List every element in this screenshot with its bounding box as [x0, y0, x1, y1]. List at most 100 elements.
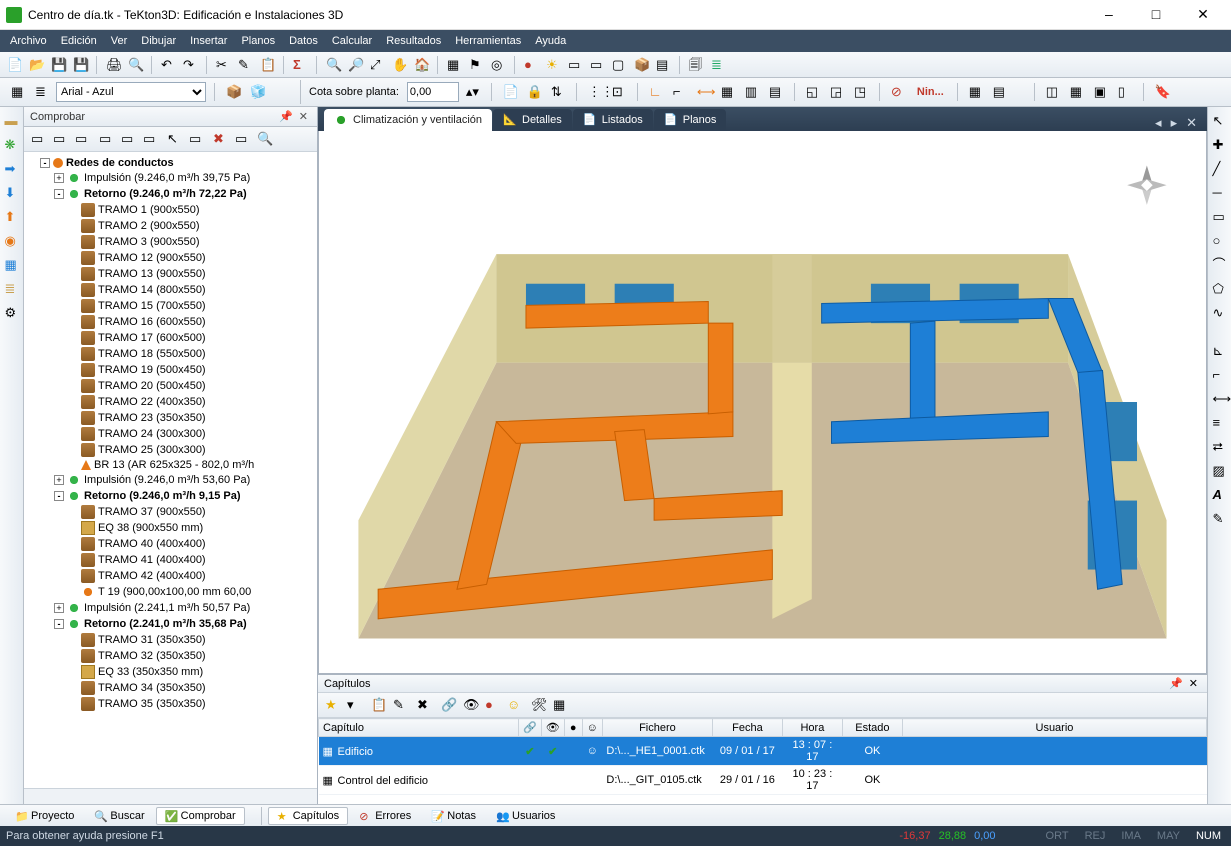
tool1-icon[interactable]: ▦	[718, 82, 738, 102]
lock-icon[interactable]: 🔒	[524, 82, 544, 102]
cube2-icon[interactable]: ◲	[827, 82, 847, 102]
no-icon[interactable]: ⊘	[888, 82, 908, 102]
sigma-icon[interactable]: Σ	[290, 55, 310, 75]
table-row[interactable]: ▦ Control del edificio D:\..._GIT_0105.c…	[319, 766, 1207, 795]
view-dup-icon[interactable]: ▣	[1091, 82, 1111, 102]
cube3-icon[interactable]: ◳	[851, 82, 871, 102]
rt-rect-icon[interactable]: ▭	[1210, 207, 1230, 227]
tree-tramo[interactable]: TRAMO 17 (600x500)	[68, 330, 315, 346]
home-icon[interactable]: 🏠	[411, 55, 431, 75]
rt-cursor-icon[interactable]: ↖	[1210, 111, 1230, 131]
list-icon[interactable]: ≣	[708, 55, 728, 75]
box3-icon[interactable]: 🧊	[247, 82, 267, 102]
tree-tramo[interactable]: TRAMO 3 (900x550)	[68, 234, 315, 250]
vt-stack-icon[interactable]: ≣	[2, 279, 22, 299]
cap-drop-icon[interactable]: ▾	[344, 695, 364, 715]
cut-icon[interactable]: ✂	[213, 55, 233, 75]
tree-retorno3[interactable]: -Retorno (2.241,0 m³/h 35,68 Pa)	[54, 616, 315, 632]
cap-close-icon[interactable]: ✕	[1186, 677, 1201, 690]
cota-input[interactable]	[407, 82, 459, 102]
font-combo[interactable]: Arial - Azul	[56, 82, 206, 102]
tree-retorno2[interactable]: -Retorno (9.246,0 m³/h 9,15 Pa)	[54, 488, 315, 504]
target-icon[interactable]: ◎	[488, 55, 508, 75]
rt-circle-icon[interactable]: ○	[1210, 231, 1230, 251]
cap-eye-icon[interactable]: 👁	[460, 695, 480, 715]
cota-up-icon[interactable]: ▴▾	[463, 82, 483, 102]
tree-tramo[interactable]: TRAMO 16 (600x550)	[68, 314, 315, 330]
tree-impulsion3[interactable]: +Impulsión (2.241,1 m³/h 50,57 Pa)	[54, 600, 315, 616]
new-file-icon[interactable]: 📄	[4, 55, 24, 75]
angle-icon[interactable]: ∟	[646, 82, 666, 102]
rt-hline-icon[interactable]: ─	[1210, 183, 1230, 203]
vt-up-icon[interactable]: ⬆	[2, 207, 22, 227]
table-row[interactable]: ▦ Edificio ✔ ✔ ☺ D:\..._HE1_0001.ctk09 /…	[319, 737, 1207, 766]
rt-corner-icon[interactable]: ⌐	[1210, 365, 1230, 385]
layers-icon[interactable]: ▭	[565, 55, 585, 75]
open-file-icon[interactable]: 📂	[26, 55, 46, 75]
close-button[interactable]: ✕	[1181, 6, 1225, 23]
rt-align-icon[interactable]: ≡	[1210, 413, 1230, 433]
cap-star-icon[interactable]: ★	[322, 695, 342, 715]
pt-info-icon[interactable]: ▭	[232, 129, 252, 149]
dim-icon[interactable]: ⟷	[694, 82, 714, 102]
tree-tramo[interactable]: TRAMO 15 (700x550)	[68, 298, 315, 314]
btab-capitulos[interactable]: ★Capítulos	[268, 807, 348, 825]
cap-tool-icon[interactable]: 🛠	[528, 695, 548, 715]
grid-icon[interactable]: ⋮⋮	[585, 82, 605, 102]
pin-icon[interactable]: 📌	[276, 110, 296, 123]
view-list-icon[interactable]: ▯	[1115, 82, 1135, 102]
tab-detalles[interactable]: 📐Detalles	[493, 109, 572, 131]
tree-eq38[interactable]: EQ 38 (900x550 mm)	[68, 520, 315, 536]
pt6-icon[interactable]: ▭	[140, 129, 160, 149]
tree-tramo[interactable]: TRAMO 19 (500x450)	[68, 362, 315, 378]
cap-face-icon[interactable]: ☺	[504, 695, 524, 715]
btab-errores[interactable]: ⊘Errores	[350, 807, 420, 825]
zoom-fit-icon[interactable]: ⤢	[367, 55, 387, 75]
tree-root[interactable]: -Redes de conductos	[40, 156, 315, 170]
pt-find-icon[interactable]: 🔍	[254, 129, 274, 149]
tree-t19[interactable]: T 19 (900,00x100,00 mm 60,00	[68, 584, 315, 600]
snap-icon[interactable]: ⊡	[609, 82, 629, 102]
tree-tramo[interactable]: TRAMO 18 (550x500)	[68, 346, 315, 362]
rt-poly-icon[interactable]: ⬠	[1210, 279, 1230, 299]
panel-icon[interactable]: ▤	[653, 55, 673, 75]
rt-angle-icon[interactable]: ⊾	[1210, 341, 1230, 361]
box2-icon[interactable]: 📦	[223, 82, 243, 102]
rt-line-icon[interactable]: ╱	[1210, 159, 1230, 179]
print-icon[interactable]: 🖨	[103, 55, 123, 75]
cap-copy-icon[interactable]: 📋	[368, 695, 388, 715]
print-preview-icon[interactable]: 🔍	[125, 55, 145, 75]
tree-tramo[interactable]: TRAMO 22 (400x350)	[68, 394, 315, 410]
menu-planos[interactable]: Planos	[241, 35, 275, 47]
vt-circle-icon[interactable]: ◉	[2, 231, 22, 251]
tree-tramo[interactable]: TRAMO 2 (900x550)	[68, 218, 315, 234]
pt2-icon[interactable]: ▭	[50, 129, 70, 149]
capitulos-table[interactable]: Capítulo 🔗👁●☺ Fichero Fecha Hora Estado …	[318, 718, 1207, 804]
rt-pen-icon[interactable]: ✎	[1210, 509, 1230, 529]
pt-select-icon[interactable]: ▭	[186, 129, 206, 149]
edit-icon[interactable]: ✎	[235, 55, 255, 75]
tree-tramo[interactable]: TRAMO 24 (300x300)	[68, 426, 315, 442]
rt-swap-icon[interactable]: ⮂	[1210, 437, 1230, 457]
vt-grid-icon[interactable]: ▦	[2, 255, 22, 275]
tree-retorno1[interactable]: -Retorno (9.246,0 m³/h 72,22 Pa)	[54, 186, 315, 202]
box-icon[interactable]: 📦	[631, 55, 651, 75]
tree-tramo[interactable]: TRAMO 14 (800x550)	[68, 282, 315, 298]
tree-tramo[interactable]: TRAMO 40 (400x400)	[68, 536, 315, 552]
menu-ver[interactable]: Ver	[111, 35, 128, 47]
menu-edicion[interactable]: Edición	[61, 35, 97, 47]
cap-edit-icon[interactable]: ✎	[390, 695, 410, 715]
cap-link-icon[interactable]: 🔗	[438, 695, 458, 715]
menu-dibujar[interactable]: Dibujar	[141, 35, 176, 47]
extra2-icon[interactable]: ▤	[990, 82, 1010, 102]
pt3-icon[interactable]: ▭	[72, 129, 92, 149]
redo-icon[interactable]: ↷	[180, 55, 200, 75]
docs-icon[interactable]: 🗐	[686, 55, 706, 75]
tree-tramo[interactable]: TRAMO 31 (350x350)	[68, 632, 315, 648]
status-rej[interactable]: REJ	[1081, 830, 1110, 842]
vt-fan-icon[interactable]: ❋	[2, 135, 22, 155]
rt-fill-icon[interactable]: ▨	[1210, 461, 1230, 481]
btab-proyecto[interactable]: 📁Proyecto	[6, 807, 83, 825]
minimize-button[interactable]: –	[1087, 6, 1131, 22]
window-icon[interactable]: ▢	[609, 55, 629, 75]
